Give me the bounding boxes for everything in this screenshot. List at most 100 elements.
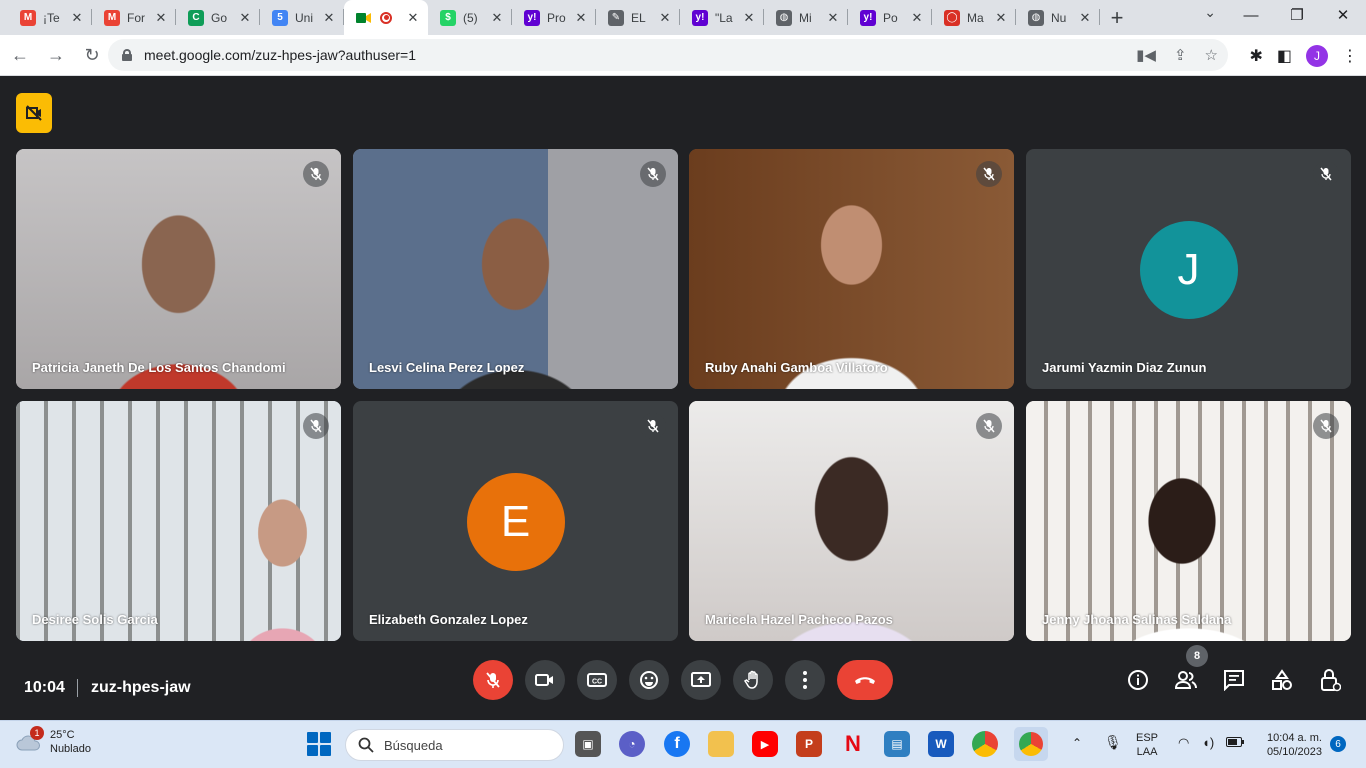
new-tab-button[interactable]: + bbox=[1100, 0, 1134, 35]
bookmark-star-icon[interactable]: ☆ bbox=[1205, 46, 1218, 64]
close-tab-icon[interactable]: ✕ bbox=[910, 10, 924, 26]
people-icon[interactable] bbox=[1173, 667, 1199, 693]
word-icon[interactable]: W bbox=[928, 731, 954, 757]
reload-button[interactable]: ↻ bbox=[76, 39, 108, 71]
close-tab-icon[interactable]: ✕ bbox=[238, 10, 252, 26]
browser-tab[interactable]: y! Po ✕ bbox=[848, 0, 932, 35]
close-tab-icon[interactable]: ✕ bbox=[1078, 10, 1092, 26]
participant-name: Lesvi Celina Perez Lopez bbox=[369, 360, 525, 375]
browser-tab[interactable]: ◯ Ma ✕ bbox=[932, 0, 1016, 35]
globe-icon: ◍ bbox=[776, 9, 792, 26]
browser-tab[interactable]: ✎ EL ✕ bbox=[596, 0, 680, 35]
side-panel-icon[interactable]: ◧ bbox=[1277, 46, 1292, 66]
participant-tile[interactable]: J Jarumi Yazmin Diaz Zunun bbox=[1026, 149, 1351, 389]
windows-start-icon[interactable] bbox=[307, 732, 331, 756]
participant-tile[interactable]: Lesvi Celina Perez Lopez bbox=[353, 149, 678, 389]
muted-mic-icon bbox=[640, 413, 666, 439]
lock-icon[interactable] bbox=[122, 49, 132, 61]
clock-date: 05/10/2023 bbox=[1266, 746, 1322, 758]
close-tab-icon[interactable]: ✕ bbox=[70, 10, 84, 26]
browser-tab[interactable]: ◍ Mi ✕ bbox=[764, 0, 848, 35]
participant-tile[interactable]: Jenny Jhoana Salinas Saldana bbox=[1026, 401, 1351, 641]
weather-widget[interactable]: 1 25°C Nublado bbox=[16, 726, 91, 756]
camera-in-use-icon[interactable]: ▮◀ bbox=[1136, 46, 1156, 64]
host-controls-lock-icon[interactable] bbox=[1317, 667, 1343, 693]
teams-chat-icon[interactable]: ◔ bbox=[619, 731, 645, 757]
notification-count-badge[interactable]: 6 bbox=[1330, 736, 1346, 752]
participant-tile[interactable]: Ruby Anahi Gamboa Villatoro bbox=[689, 149, 1014, 389]
language-indicator[interactable]: ESP LAA bbox=[1136, 731, 1158, 759]
leave-call-button[interactable] bbox=[837, 660, 893, 700]
wifi-icon[interactable]: ◠ bbox=[1178, 736, 1189, 750]
close-tab-icon[interactable]: ✕ bbox=[490, 10, 504, 26]
close-tab-icon[interactable]: ✕ bbox=[574, 10, 588, 26]
close-tab-icon[interactable]: ✕ bbox=[994, 10, 1008, 26]
meeting-clock: 10:04 bbox=[24, 679, 65, 696]
yahoo-icon: y! bbox=[692, 9, 708, 26]
browser-tab[interactable]: ✕ bbox=[344, 0, 428, 35]
browser-tab[interactable]: ◍ Nu ✕ bbox=[1016, 0, 1100, 35]
browser-tab[interactable]: $ (5) ✕ bbox=[428, 0, 512, 35]
extensions-puzzle-icon[interactable]: ✱ bbox=[1249, 46, 1262, 66]
task-view-icon[interactable]: ▣ bbox=[575, 731, 601, 757]
browser-tab[interactable]: C Go ✕ bbox=[176, 0, 260, 35]
chat-icon[interactable] bbox=[1221, 667, 1247, 693]
close-tab-icon[interactable]: ✕ bbox=[322, 10, 336, 26]
hang-up-icon bbox=[855, 677, 875, 684]
show-hidden-icons-chevron-icon[interactable]: ⌃ bbox=[1072, 736, 1082, 750]
close-tab-icon[interactable]: ✕ bbox=[742, 10, 756, 26]
participant-tile[interactable]: E Elizabeth Gonzalez Lopez bbox=[353, 401, 678, 641]
close-window-button[interactable]: ✕ bbox=[1320, 0, 1366, 30]
microphone-icon[interactable]: 🎙 bbox=[1104, 735, 1122, 749]
close-tab-icon[interactable]: ✕ bbox=[406, 10, 420, 26]
browser-tab[interactable]: y! Pro ✕ bbox=[512, 0, 596, 35]
battery-icon[interactable] bbox=[1226, 737, 1244, 747]
reactions-button[interactable] bbox=[629, 660, 669, 700]
recording-indicator-icon[interactable] bbox=[16, 93, 52, 133]
browser-tab[interactable]: M For ✕ bbox=[92, 0, 176, 35]
profile-avatar[interactable]: J bbox=[1306, 44, 1328, 67]
restore-button[interactable]: ❐ bbox=[1274, 0, 1320, 30]
browser-tab[interactable]: y! "La ✕ bbox=[680, 0, 764, 35]
youtube-icon[interactable]: ▶ bbox=[752, 731, 778, 757]
tab-title: Po bbox=[883, 10, 898, 25]
system-clock[interactable]: 10:04 a. m. 05/10/2023 bbox=[1258, 731, 1322, 759]
taskbar-search[interactable]: Búsqueda bbox=[345, 729, 564, 761]
close-tab-icon[interactable]: ✕ bbox=[154, 10, 168, 26]
control-panel-icon[interactable]: ▤ bbox=[884, 731, 910, 757]
facebook-icon[interactable]: f bbox=[664, 731, 690, 757]
chrome-active-window[interactable] bbox=[1014, 727, 1048, 761]
participant-tile[interactable]: Desiree Solis Garcia bbox=[16, 401, 341, 641]
activities-icon[interactable] bbox=[1269, 667, 1295, 693]
browser-tab[interactable]: 5 Uni ✕ bbox=[260, 0, 344, 35]
captions-button[interactable]: CC bbox=[577, 660, 617, 700]
netflix-icon[interactable]: N bbox=[840, 731, 866, 757]
file-explorer-icon[interactable] bbox=[708, 731, 734, 757]
whatsapp-icon: $ bbox=[440, 9, 456, 26]
present-screen-button[interactable] bbox=[681, 660, 721, 700]
forward-button[interactable]: → bbox=[40, 39, 72, 71]
browser-tab[interactable]: M ¡Te ✕ bbox=[8, 0, 92, 35]
meeting-details-info-icon[interactable] bbox=[1125, 667, 1151, 693]
menu-kebab-icon[interactable]: ⋮ bbox=[1342, 46, 1358, 66]
participant-tile[interactable]: Maricela Hazel Pacheco Pazos bbox=[689, 401, 1014, 641]
more-options-button[interactable] bbox=[785, 660, 825, 700]
minimize-button[interactable]: — bbox=[1228, 0, 1274, 30]
chrome-icon[interactable] bbox=[972, 731, 998, 757]
close-tab-icon[interactable]: ✕ bbox=[658, 10, 672, 26]
svg-text:CC: CC bbox=[592, 679, 602, 686]
participant-tile[interactable]: Patricia Janeth De Los Santos Chandomi bbox=[16, 149, 341, 389]
powerpoint-icon[interactable]: P bbox=[796, 731, 822, 757]
raise-hand-button[interactable] bbox=[733, 660, 773, 700]
camera-button[interactable] bbox=[525, 660, 565, 700]
back-button[interactable]: ← bbox=[4, 39, 36, 71]
url-text[interactable]: meet.google.com/zuz-hpes-jaw?authuser=1 bbox=[144, 47, 416, 63]
share-icon[interactable]: ⇪ bbox=[1174, 46, 1187, 64]
close-tab-icon[interactable]: ✕ bbox=[826, 10, 840, 26]
mic-off-button[interactable] bbox=[473, 660, 513, 700]
volume-icon[interactable]: ◖) bbox=[1202, 736, 1214, 750]
tab-search-chevron-icon[interactable]: ⌄ bbox=[1204, 4, 1216, 21]
participant-name: Maricela Hazel Pacheco Pazos bbox=[705, 612, 893, 627]
tab-title: ¡Te bbox=[43, 10, 60, 25]
address-bar[interactable]: meet.google.com/zuz-hpes-jaw?authuser=1 … bbox=[108, 39, 1228, 71]
